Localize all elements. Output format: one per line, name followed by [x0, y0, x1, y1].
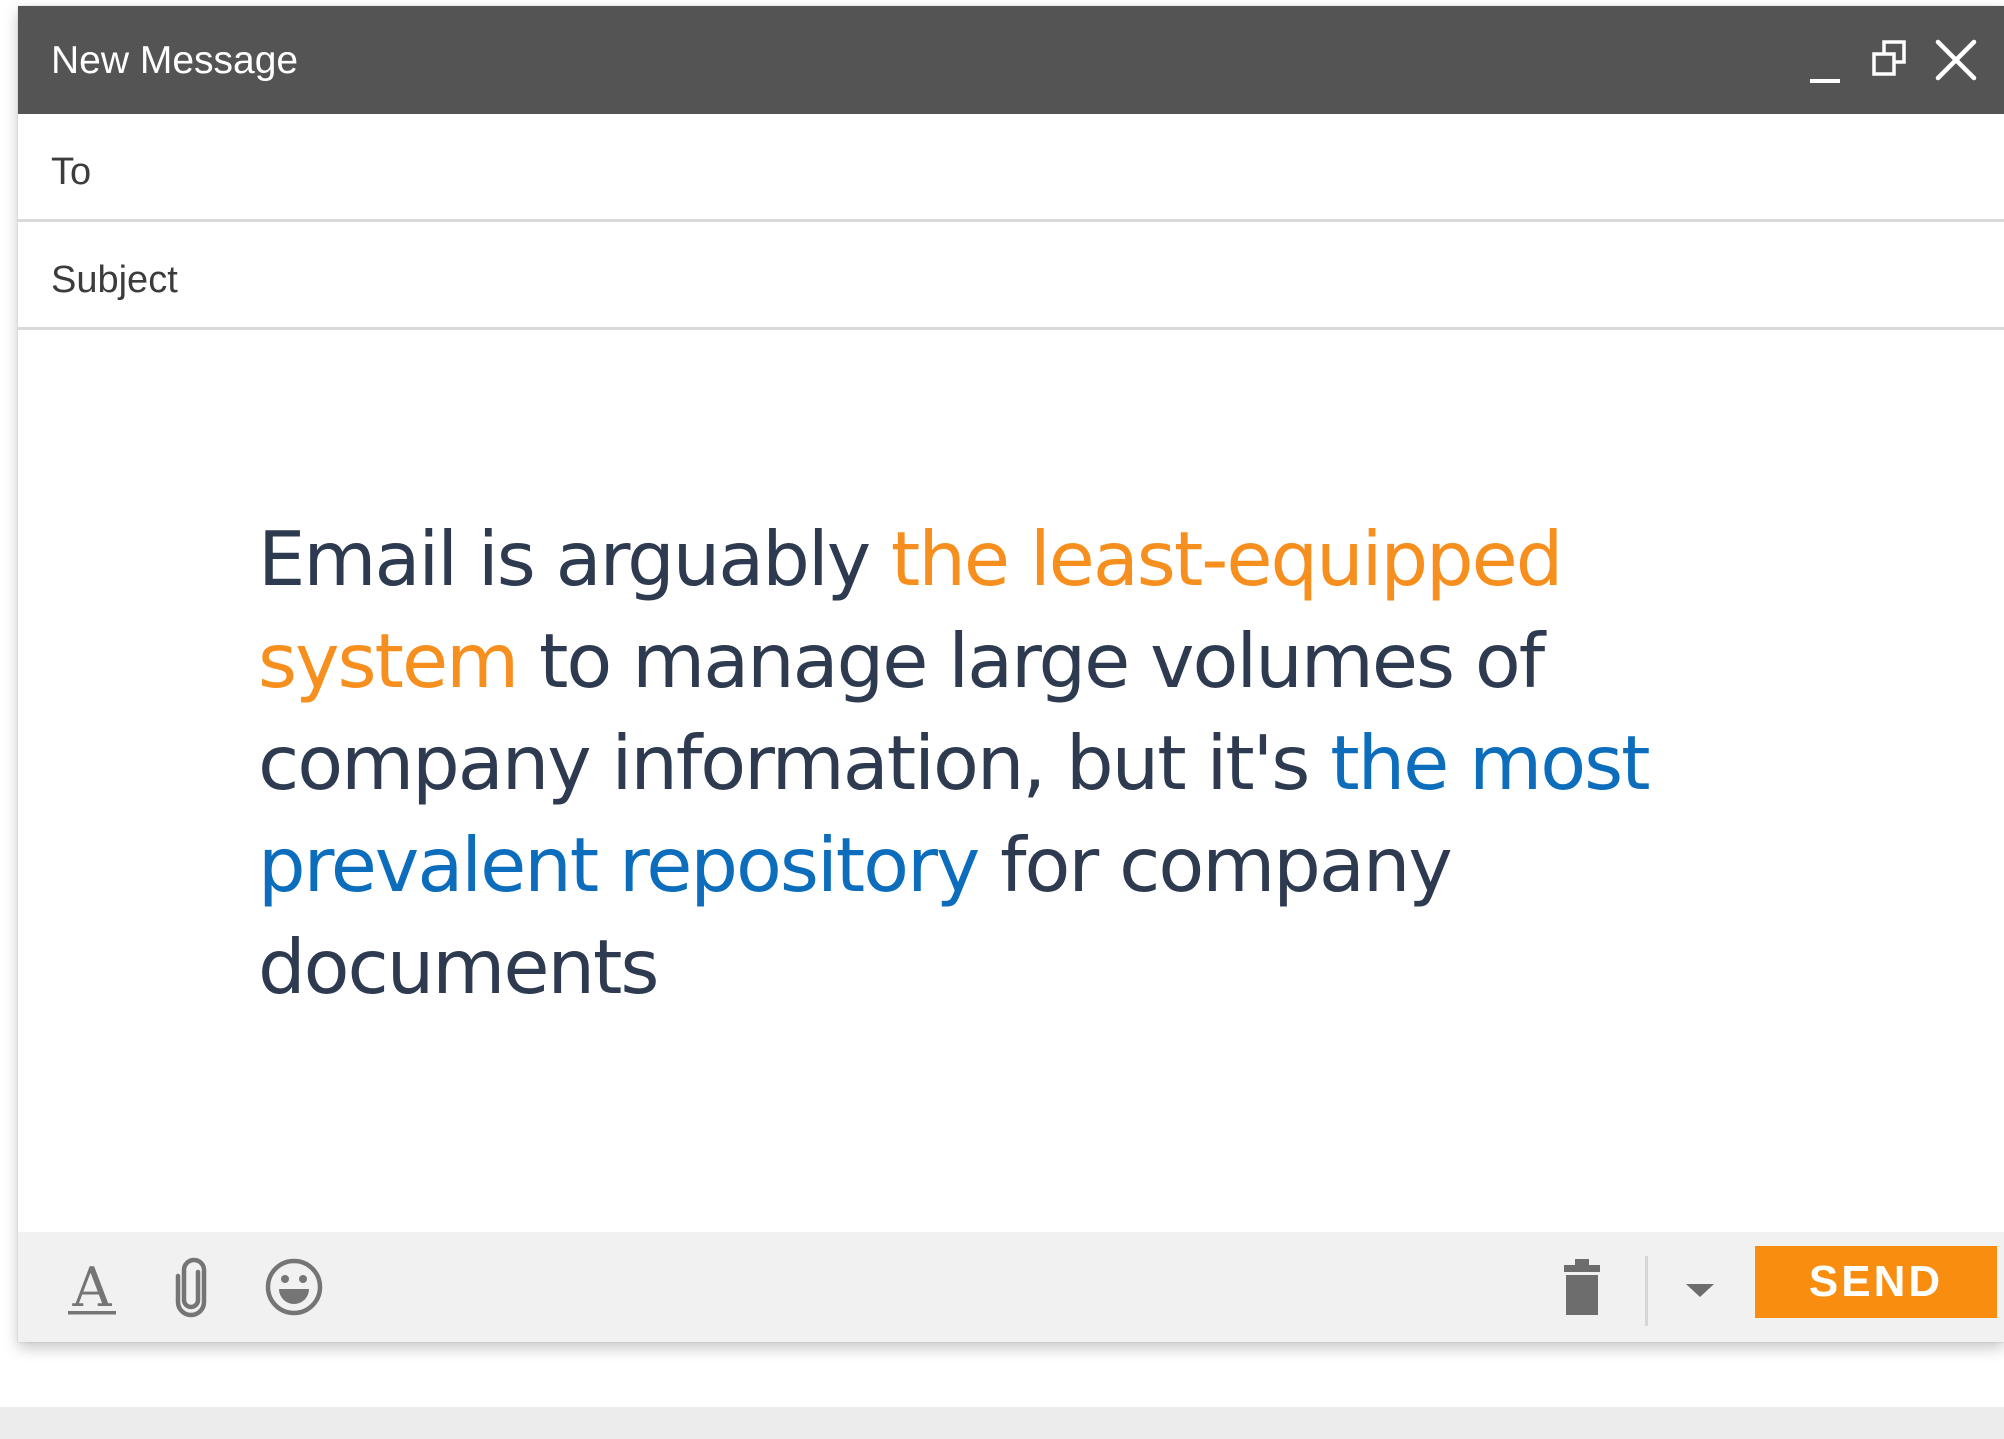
format-text-icon[interactable]: A — [60, 1254, 124, 1320]
to-row: To — [18, 114, 2004, 222]
message-text: Email is arguably the least-equipped sys… — [258, 508, 1778, 1018]
svg-text:A: A — [72, 1256, 113, 1319]
body-segment: Email is arguably — [258, 515, 891, 603]
to-label: To — [51, 151, 92, 193]
compose-window: New Message To Subject Email is arguably… — [18, 6, 2004, 1342]
dropdown-arrow-icon[interactable] — [1678, 1268, 1722, 1312]
window-controls — [1784, 6, 2004, 114]
send-button[interactable]: SEND — [1755, 1246, 1997, 1318]
trash-icon[interactable] — [1558, 1254, 1606, 1320]
close-icon[interactable] — [1934, 38, 1978, 82]
emoji-icon[interactable] — [262, 1254, 326, 1320]
pop-out-icon[interactable] — [1870, 38, 1910, 82]
toolbar-divider — [1645, 1256, 1648, 1326]
page-background-band — [0, 1407, 2004, 1439]
window-title: New Message — [51, 39, 299, 82]
message-body[interactable]: Email is arguably the least-equipped sys… — [18, 336, 2004, 1232]
compose-toolbar: A SEND — [18, 1232, 2004, 1342]
subject-row: Subject — [18, 222, 2004, 330]
title-bar: New Message — [18, 6, 2004, 114]
subject-field[interactable] — [208, 242, 1984, 314]
to-field[interactable] — [208, 134, 1984, 206]
subject-label: Subject — [51, 259, 178, 301]
minimize-icon[interactable] — [1804, 41, 1844, 85]
attachment-icon[interactable] — [166, 1254, 218, 1320]
